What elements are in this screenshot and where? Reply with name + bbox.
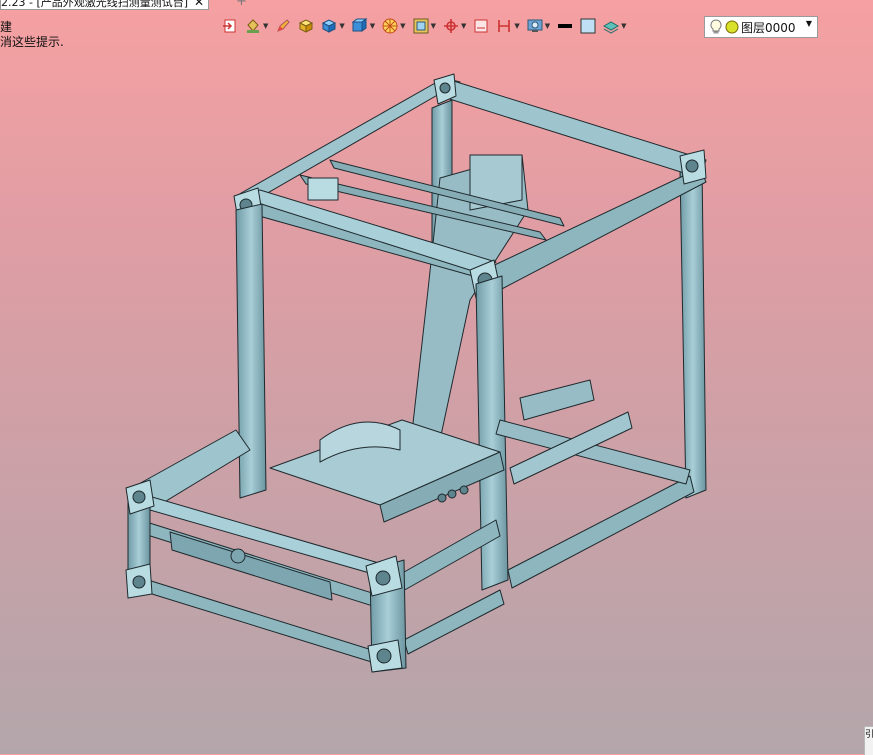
model-viewport[interactable] bbox=[0, 0, 873, 754]
scroll-corner-label: 引 bbox=[865, 730, 873, 740]
test-bench-model bbox=[125, 73, 707, 673]
scroll-corner: 引 bbox=[864, 726, 873, 755]
